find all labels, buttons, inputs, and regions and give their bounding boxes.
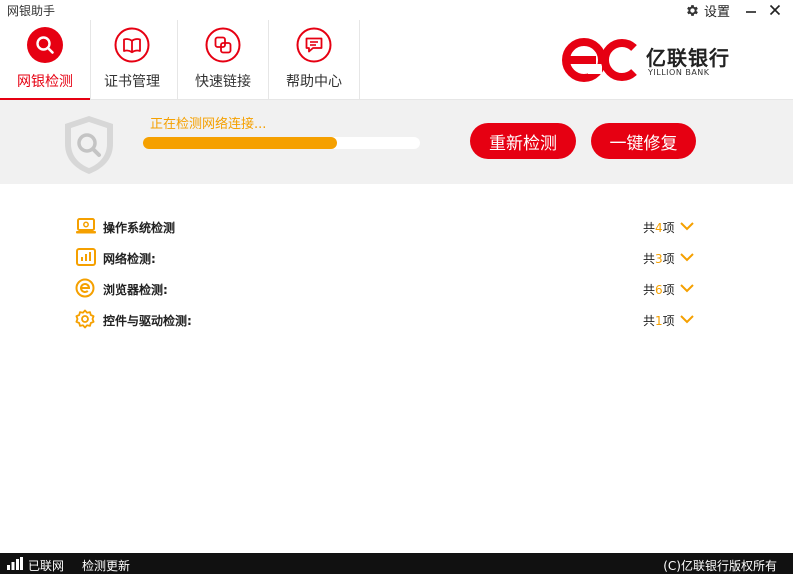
brand-name-en: YILLION BANK <box>648 68 710 77</box>
brand-name: 亿联银行 <box>646 46 730 70</box>
check-item-count: 共4项 <box>643 221 675 235</box>
tab-label: 快速链接 <box>195 74 251 90</box>
chevron-down-icon <box>680 284 694 293</box>
close-button[interactable] <box>765 0 785 20</box>
check-item-network[interactable]: 网络检测: 共3项 <box>75 245 697 269</box>
copyright-text: (C)亿联银行版权所有 <box>663 559 777 573</box>
settings-button[interactable]: 设置 <box>685 1 731 20</box>
minimize-button[interactable] <box>741 0 761 20</box>
check-update-link[interactable]: 检测更新 <box>82 557 130 574</box>
search-icon <box>27 27 63 63</box>
gear-icon <box>687 4 698 16</box>
app-title: 网银助手 <box>7 4 56 18</box>
gear-icon <box>75 309 95 329</box>
check-item-count: 共6项 <box>643 283 675 297</box>
minimize-icon <box>746 11 756 13</box>
tab-help-center[interactable]: 帮助中心 <box>269 20 360 100</box>
chevron-down-icon <box>680 315 694 324</box>
check-item-count: 共1项 <box>643 314 675 328</box>
tab-label: 证书管理 <box>104 74 160 90</box>
progress-fill <box>143 137 337 149</box>
tab-label: 网银检测 <box>17 74 73 90</box>
connection-status: 已联网 <box>28 559 65 573</box>
progress-bar <box>143 137 420 149</box>
browser-icon <box>75 278 95 298</box>
close-icon <box>769 4 781 16</box>
book-icon <box>114 27 150 63</box>
check-item-browser[interactable]: 浏览器检测: 共6项 <box>75 276 697 300</box>
one-click-repair-button[interactable]: 一键修复 <box>591 123 696 159</box>
check-item-os[interactable]: 操作系统检测 共4项 <box>75 214 697 238</box>
status-bar: 已联网 检测更新 (C)亿联银行版权所有 <box>0 553 793 574</box>
check-item-label: 网络检测: <box>103 252 156 266</box>
status-message: 正在检测网络连接... <box>150 117 267 132</box>
check-item-label: 控件与驱动检测: <box>103 314 192 328</box>
link-icon <box>205 27 241 63</box>
check-item-count: 共3项 <box>643 252 675 266</box>
settings-label: 设置 <box>704 4 731 20</box>
check-item-plugins[interactable]: 控件与驱动检测: 共1项 <box>75 307 697 331</box>
tab-label: 帮助中心 <box>286 74 342 90</box>
tab-certificate[interactable]: 证书管理 <box>87 20 178 100</box>
app-window: 网银助手 设置 网银检测 证书管理 快速链接 帮助中心 亿联银行 YILLION… <box>0 0 793 574</box>
chevron-down-icon <box>680 222 694 231</box>
signal-icon <box>7 557 23 570</box>
check-item-label: 操作系统检测 <box>103 221 176 235</box>
check-item-label: 浏览器检测: <box>103 283 168 297</box>
chevron-down-icon <box>680 253 694 262</box>
bank-logo: 亿联银行 YILLION BANK <box>562 38 742 84</box>
laptop-icon <box>76 218 96 234</box>
chat-icon <box>296 27 332 63</box>
tab-bank-check[interactable]: 网银检测 <box>0 20 91 101</box>
title-bar: 网银助手 设置 <box>0 0 793 20</box>
tab-quick-links[interactable]: 快速链接 <box>178 20 269 100</box>
detection-panel: 正在检测网络连接... 重新检测 一键修复 <box>0 100 793 184</box>
main-nav: 网银检测 证书管理 快速链接 帮助中心 亿联银行 YILLION BANK <box>0 20 793 101</box>
bar-chart-icon <box>76 248 96 266</box>
shield-icon <box>65 116 113 174</box>
recheck-button[interactable]: 重新检测 <box>470 123 576 159</box>
bank-logo-mark <box>562 38 637 82</box>
